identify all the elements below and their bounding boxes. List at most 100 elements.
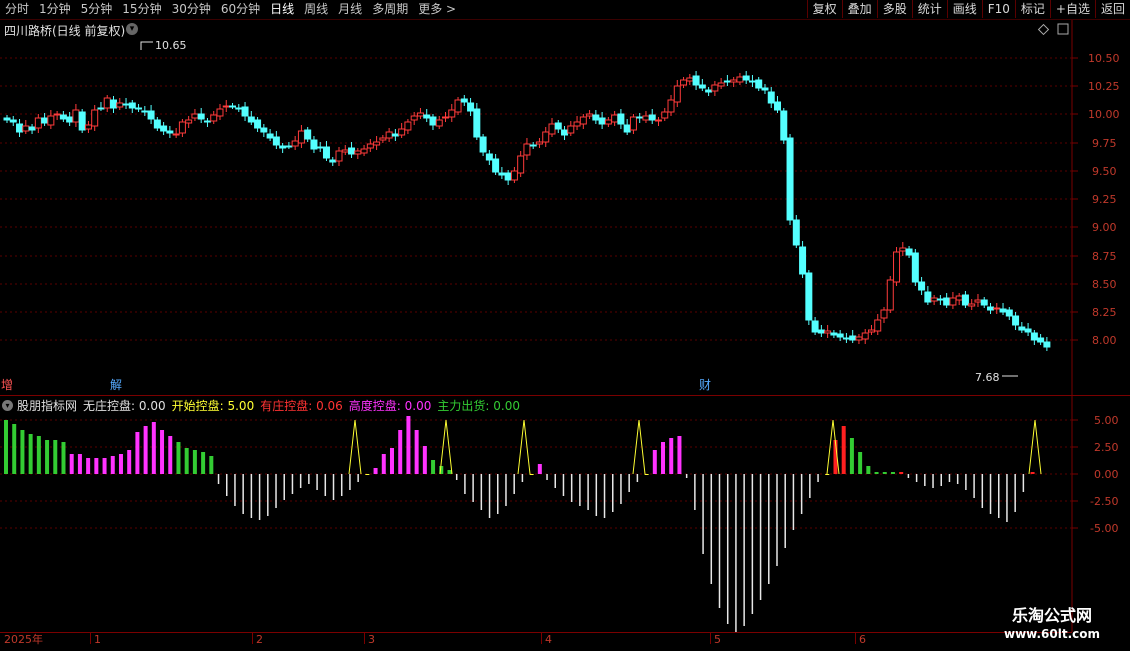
candle xyxy=(454,99,462,113)
candle xyxy=(918,281,926,291)
event-marker-financial[interactable]: 财 xyxy=(698,378,712,392)
candle xyxy=(191,113,199,119)
date-label-month: 3 xyxy=(368,633,375,646)
tab-daily[interactable]: 日线 xyxy=(267,1,297,18)
indicator-bar xyxy=(61,442,66,474)
candle xyxy=(172,133,180,136)
indicator-bar xyxy=(882,472,887,474)
restore-rights-button[interactable]: 复权 xyxy=(806,0,842,18)
candle xyxy=(924,291,932,303)
multi-stock-button[interactable]: 多股 xyxy=(876,0,912,18)
candle xyxy=(479,136,487,153)
candle xyxy=(767,91,775,104)
candle xyxy=(680,79,688,86)
indicator-bar xyxy=(28,434,33,474)
indicator-bar xyxy=(431,460,436,474)
candle xyxy=(554,122,562,130)
candle xyxy=(661,111,669,119)
candle xyxy=(467,102,475,112)
tab-60min[interactable]: 60分钟 xyxy=(218,1,263,18)
candle xyxy=(986,306,994,311)
tab-15min[interactable]: 15分钟 xyxy=(119,1,164,18)
tab-multi-period[interactable]: 多周期 xyxy=(369,1,411,18)
tab-more[interactable]: 更多 > xyxy=(415,1,459,18)
indicator-bar xyxy=(168,436,173,474)
candle xyxy=(291,140,299,147)
price-tick: 9.50 xyxy=(1092,165,1117,178)
candle xyxy=(1018,326,1026,331)
candle xyxy=(886,279,894,311)
draw-line-button[interactable]: 画线 xyxy=(946,0,982,18)
indicator-bar xyxy=(677,436,682,474)
candle xyxy=(222,105,230,108)
candle xyxy=(842,337,850,340)
legend-main-selloff: 主力出货: 0.00 xyxy=(437,399,520,413)
candle xyxy=(322,146,330,159)
tab-weekly[interactable]: 周线 xyxy=(301,1,331,18)
candle xyxy=(485,153,493,161)
candle xyxy=(1024,328,1032,333)
indicator-bar xyxy=(874,472,879,474)
back-button[interactable]: 返回 xyxy=(1094,0,1130,18)
candle xyxy=(623,124,631,133)
candle xyxy=(366,143,374,149)
watermark-logo: 乐淘公式网 www.60lt.com xyxy=(1003,606,1101,641)
indicator-bar xyxy=(160,430,165,474)
candle xyxy=(1005,309,1013,317)
indicator-bar xyxy=(102,458,107,474)
period-tabs: 分时 1分钟 5分钟 15分钟 30分钟 60分钟 日线 周线 月线 多周期 更… xyxy=(2,1,463,18)
chevron-down-icon[interactable]: ▾ xyxy=(126,23,138,35)
tab-5min[interactable]: 5分钟 xyxy=(78,1,116,18)
candle xyxy=(72,109,80,123)
indicator-name[interactable]: 股朋指标网 xyxy=(17,397,77,414)
statistics-button[interactable]: 统计 xyxy=(911,0,947,18)
tab-30min[interactable]: 30分钟 xyxy=(169,1,214,18)
candle xyxy=(748,80,756,83)
candle xyxy=(774,101,782,111)
candle xyxy=(410,115,418,121)
candle xyxy=(567,125,575,134)
add-favorite-button[interactable]: +自选 xyxy=(1049,0,1095,18)
candle xyxy=(34,117,42,129)
candle xyxy=(147,110,155,120)
candle xyxy=(448,109,456,118)
candle xyxy=(391,133,399,137)
candle xyxy=(742,75,750,81)
candle xyxy=(723,80,731,83)
candle xyxy=(1012,315,1020,326)
indicator-bar xyxy=(1030,472,1035,474)
overlay-button[interactable]: 叠加 xyxy=(841,0,877,18)
toolbar-right-buttons: 复权 叠加 多股 统计 画线 F10 标记 +自选 返回 xyxy=(806,0,1130,18)
tab-1min[interactable]: 1分钟 xyxy=(36,1,74,18)
candle xyxy=(686,77,694,82)
indicator-bar xyxy=(365,474,370,475)
indicator-tick: 0.00 xyxy=(1094,468,1119,481)
indicator-bar xyxy=(866,466,871,474)
candle xyxy=(135,107,143,110)
indicator-tick: -2.50 xyxy=(1090,495,1118,508)
tab-fenshi[interactable]: 分时 xyxy=(2,1,32,18)
chevron-down-icon[interactable]: ▾ xyxy=(2,400,13,411)
tab-monthly[interactable]: 月线 xyxy=(335,1,365,18)
indicator-chart[interactable]: 5.00 2.50 0.00 -2.50 -5.00 xyxy=(0,396,1130,632)
candle xyxy=(47,115,55,126)
event-marker-increase[interactable]: 增 xyxy=(0,378,14,392)
indicator-bar xyxy=(110,456,115,474)
price-tick: 9.00 xyxy=(1092,221,1117,234)
mark-button[interactable]: 标记 xyxy=(1014,0,1050,18)
indicator-bar xyxy=(143,426,148,474)
candle xyxy=(968,303,976,307)
candle xyxy=(648,114,656,121)
candle xyxy=(598,117,606,125)
candle xyxy=(542,131,550,143)
candle xyxy=(717,82,725,87)
date-label-year: 2025年 xyxy=(4,633,43,646)
event-marker-unlock[interactable]: 解 xyxy=(109,378,123,392)
kline-chart[interactable]: 10.50 10.25 10.00 9.75 9.50 9.25 9.00 8.… xyxy=(0,20,1130,396)
indicator-bar xyxy=(86,458,91,474)
indicator-bar xyxy=(36,436,41,474)
candle xyxy=(9,119,17,123)
candle xyxy=(867,329,875,333)
indicator-bar xyxy=(652,450,657,474)
f10-button[interactable]: F10 xyxy=(981,0,1015,18)
